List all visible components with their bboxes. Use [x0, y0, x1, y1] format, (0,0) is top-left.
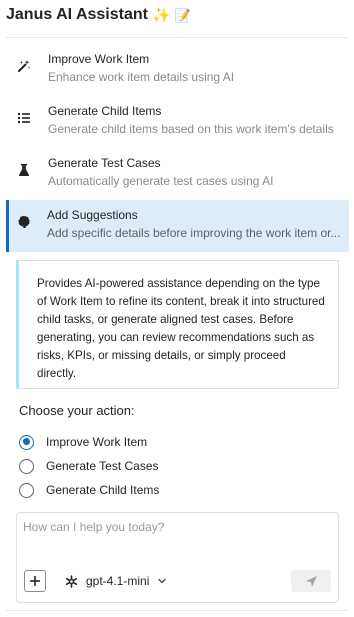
menu-item-description: Automatically generate test cases using … — [48, 174, 274, 188]
assistant-panel: Janus AI Assistant ✨ 📝 Improve Work Item… — [0, 0, 354, 617]
footer-divider — [6, 610, 348, 611]
chat-composer: gpt-4.1-mini — [16, 512, 339, 603]
menu-item-description: Generate child items based on this work … — [48, 122, 334, 136]
radio-generate-test-cases[interactable]: Generate Test Cases — [19, 457, 159, 475]
prompt-input[interactable] — [23, 520, 323, 534]
radio-label: Generate Test Cases — [46, 459, 159, 473]
app-title: Janus AI Assistant — [6, 6, 148, 23]
menu-item-generate-test-cases[interactable]: Generate Test Cases Automatically genera… — [6, 148, 349, 200]
chevron-down-icon — [158, 578, 167, 584]
model-selector[interactable]: gpt-4.1-mini — [65, 572, 167, 590]
menu-item-description: Add specific details before improving th… — [47, 226, 341, 240]
radio-label: Generate Child Items — [46, 483, 160, 497]
radio-button[interactable] — [19, 434, 34, 450]
radio-generate-child-items[interactable]: Generate Child Items — [19, 481, 159, 499]
info-callout: Provides AI-powered assistance depending… — [16, 260, 339, 389]
menu-item-improve-work-item[interactable]: Improve Work Item Enhance work item deta… — [6, 44, 349, 96]
magic-wand-icon — [17, 59, 31, 73]
send-icon — [305, 575, 317, 587]
sparkles-icon: ✨ — [151, 6, 171, 24]
action-menu: Improve Work Item Enhance work item deta… — [6, 44, 349, 252]
menu-item-title: Improve Work Item — [48, 52, 150, 66]
plus-icon — [30, 576, 40, 586]
add-button[interactable] — [24, 570, 46, 592]
menu-item-title: Add Suggestions — [47, 208, 138, 222]
list-icon — [17, 111, 31, 125]
openai-logo-icon — [65, 574, 78, 588]
send-button[interactable] — [291, 570, 331, 592]
model-name: gpt-4.1-mini — [86, 574, 150, 588]
radio-improve-work-item[interactable]: Improve Work Item — [19, 433, 147, 451]
choose-action-label: Choose your action: — [19, 403, 135, 418]
radio-button[interactable] — [19, 482, 34, 498]
brain-icon — [17, 215, 31, 229]
radio-label: Improve Work Item — [46, 435, 148, 449]
memo-icon: 📝 — [174, 7, 191, 23]
menu-item-description: Enhance work item details using AI — [48, 70, 235, 84]
flask-icon — [17, 163, 31, 177]
menu-item-add-suggestions[interactable]: Add Suggestions Add specific details bef… — [6, 200, 349, 252]
radio-button[interactable] — [19, 458, 34, 474]
header-divider — [6, 37, 348, 38]
header: Janus AI Assistant ✨ 📝 — [6, 4, 191, 26]
menu-item-generate-child-items[interactable]: Generate Child Items Generate child item… — [6, 96, 349, 148]
menu-item-title: Generate Child Items — [48, 104, 162, 118]
menu-item-title: Generate Test Cases — [48, 156, 161, 170]
